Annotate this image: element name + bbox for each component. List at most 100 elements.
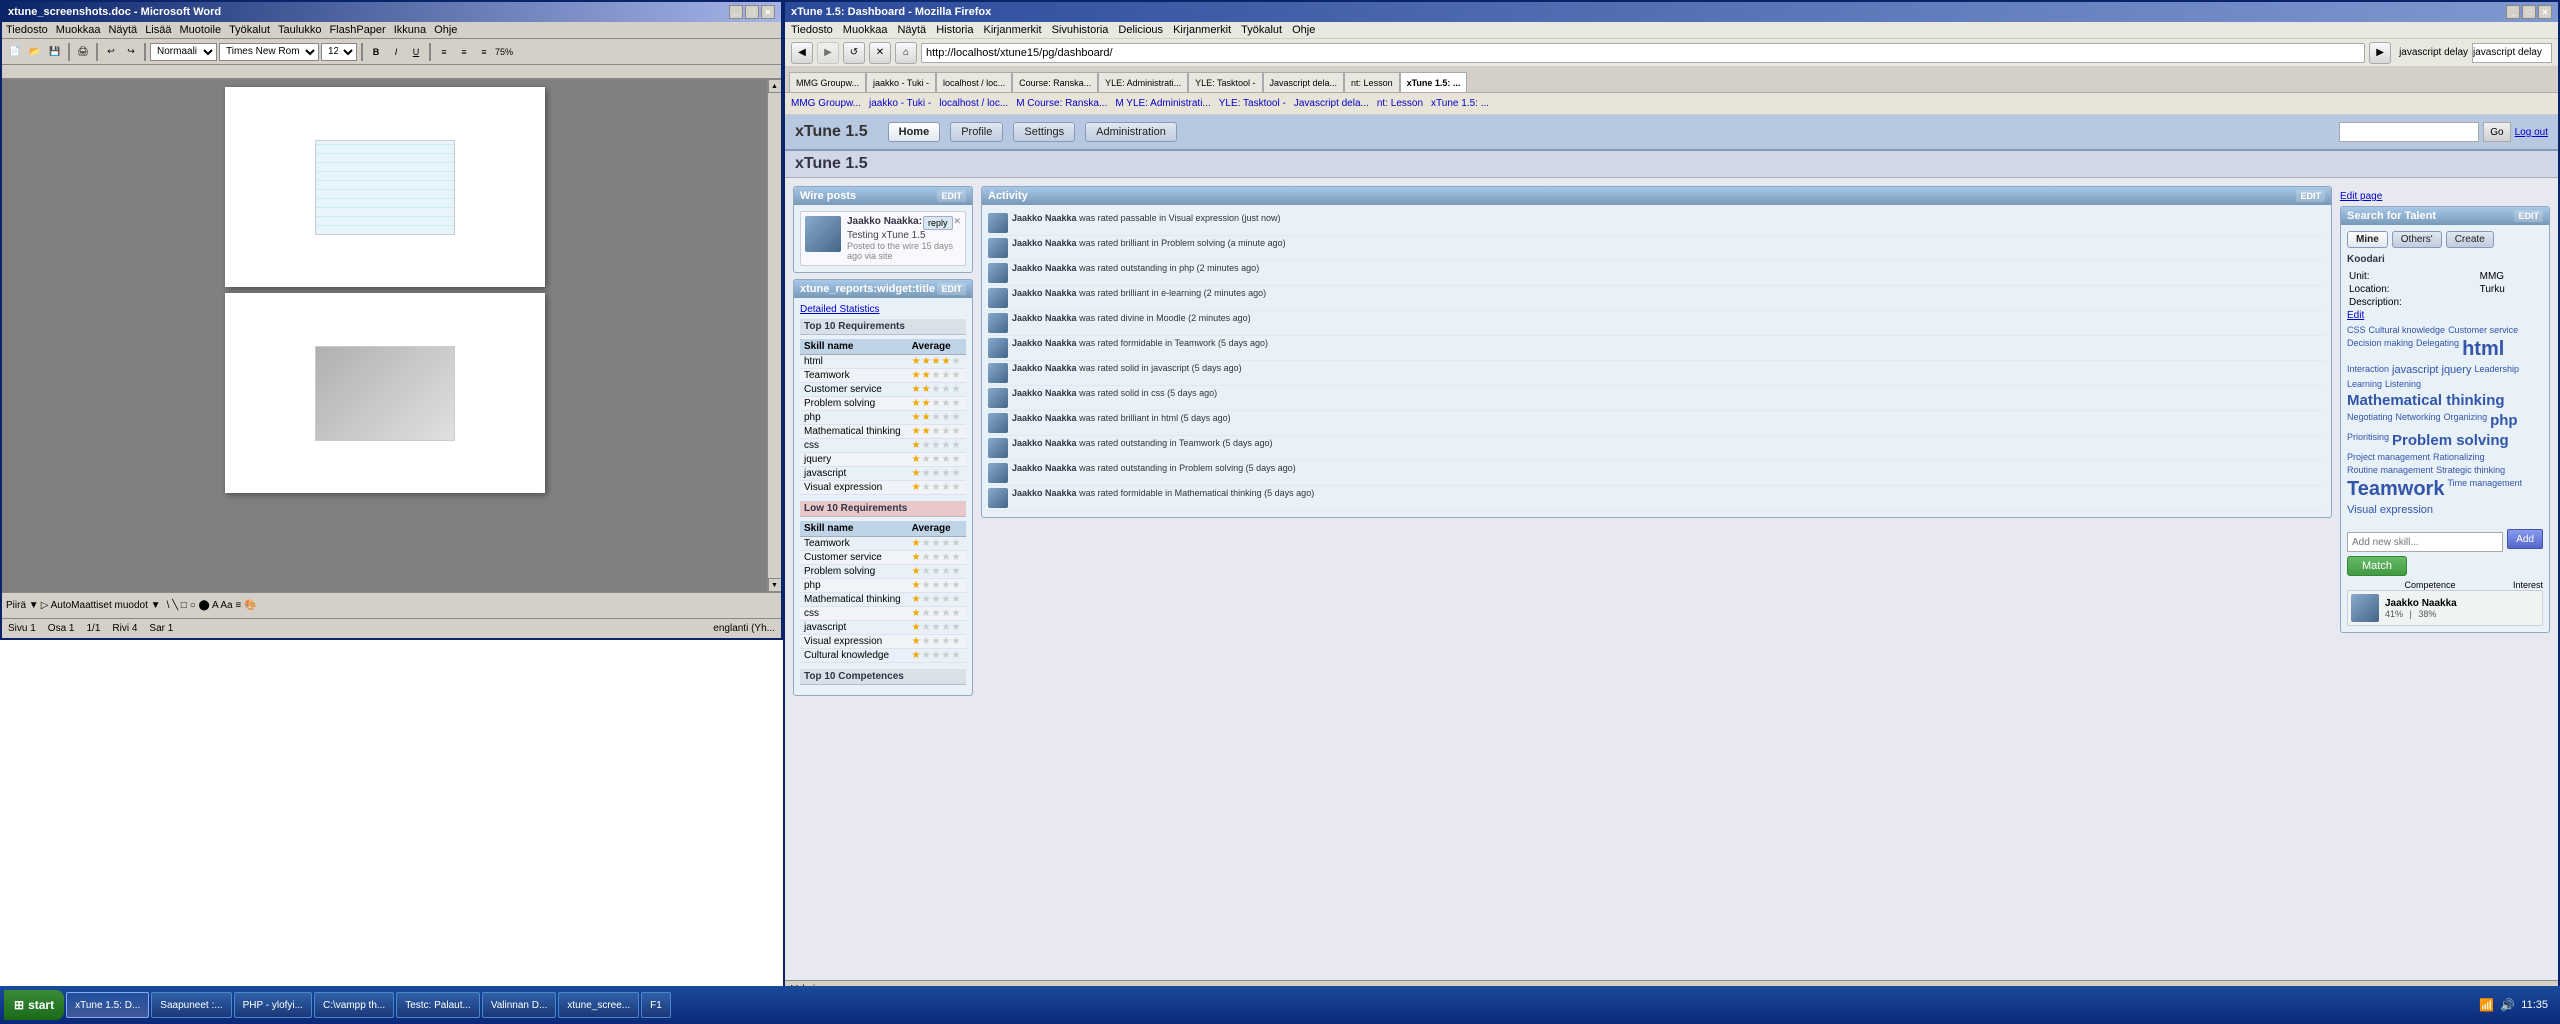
word-scrollbar-v[interactable]: ▲ ▼ bbox=[767, 79, 781, 592]
word-menu-muotoile[interactable]: Muotoile bbox=[179, 24, 221, 36]
talent-tag-item[interactable]: Mathematical thinking bbox=[2347, 392, 2505, 409]
ff-close-btn[interactable]: ✕ bbox=[2538, 5, 2552, 19]
ff-search-input[interactable] bbox=[2472, 43, 2552, 63]
talent-skill-input[interactable] bbox=[2347, 532, 2503, 552]
ff-menu-muokkaa[interactable]: Muokkaa bbox=[843, 24, 888, 36]
ff-bm-course[interactable]: M Course: Ranska... bbox=[1016, 98, 1107, 109]
xtune-nav-home[interactable]: Home bbox=[888, 122, 941, 142]
talent-tag-item[interactable]: Listening bbox=[2385, 379, 2421, 389]
detailed-stats-link[interactable]: Detailed Statistics bbox=[800, 304, 966, 315]
word-close-btn[interactable]: ✕ bbox=[761, 5, 775, 19]
talent-tag-item[interactable]: jquery bbox=[2442, 364, 2472, 376]
talent-mine-btn[interactable]: Mine bbox=[2347, 231, 2388, 248]
word-menu-lisaa[interactable]: Lisää bbox=[145, 24, 171, 36]
zoom-btn[interactable]: 75% bbox=[495, 43, 513, 61]
ff-tab-js[interactable]: Javascript dela... bbox=[1263, 72, 1345, 92]
ff-menu-delicious[interactable]: Delicious bbox=[1118, 24, 1163, 36]
talent-tag-item[interactable]: Prioritising bbox=[2347, 432, 2389, 449]
size-select[interactable]: 12 bbox=[321, 43, 357, 61]
talent-others-btn[interactable]: Others' bbox=[2392, 231, 2442, 248]
talent-tag-item[interactable]: php bbox=[2490, 412, 2518, 429]
ff-home-btn[interactable]: ⌂ bbox=[895, 42, 917, 64]
word-maximize-btn[interactable]: □ bbox=[745, 5, 759, 19]
talent-tag-item[interactable]: Project management bbox=[2347, 452, 2430, 462]
print-btn[interactable]: 🖨 bbox=[74, 43, 92, 61]
talent-tag-item[interactable]: Organizing bbox=[2444, 412, 2488, 429]
word-menu-ohje[interactable]: Ohje bbox=[434, 24, 457, 36]
talent-edit-link[interactable]: Edit bbox=[2347, 310, 2364, 321]
word-menu-tiedosto[interactable]: Tiedosto bbox=[6, 24, 48, 36]
bold-btn[interactable]: B bbox=[367, 43, 385, 61]
ff-menu-tiedosto[interactable]: Tiedosto bbox=[791, 24, 833, 36]
word-menu-tyokalut[interactable]: Työkalut bbox=[229, 24, 270, 36]
wire-posts-edit[interactable]: EDIT bbox=[937, 190, 966, 202]
ff-tab-jaakko[interactable]: jaakko - Tuki - bbox=[866, 72, 936, 92]
ff-menu-sivuhistoria[interactable]: Sivuhistoria bbox=[1052, 24, 1109, 36]
italic-btn[interactable]: I bbox=[387, 43, 405, 61]
xtune-nav-profile[interactable]: Profile bbox=[950, 122, 1003, 142]
talent-tag-item[interactable]: Learning bbox=[2347, 379, 2382, 389]
ff-menu-ohje[interactable]: Ohje bbox=[1292, 24, 1315, 36]
talent-create-btn[interactable]: Create bbox=[2446, 231, 2494, 248]
xtune-nav-settings[interactable]: Settings bbox=[1013, 122, 1075, 142]
ff-menu-tyokalut[interactable]: Työkalut bbox=[1241, 24, 1282, 36]
ff-tab-course[interactable]: Course: Ranska... bbox=[1012, 72, 1098, 92]
start-button[interactable]: ⊞ start bbox=[4, 990, 64, 1020]
ff-menu-kirjanmerkit[interactable]: Kirjanmerkit bbox=[983, 24, 1041, 36]
taskbar-btn-f1[interactable]: F1 bbox=[641, 992, 671, 1018]
talent-tag-item[interactable]: Routine management bbox=[2347, 465, 2433, 475]
reports-edit[interactable]: EDIT bbox=[937, 283, 966, 295]
taskbar-btn-testc[interactable]: Testc: Palaut... bbox=[396, 992, 480, 1018]
align-left-btn[interactable]: ≡ bbox=[435, 43, 453, 61]
ff-forward-btn[interactable]: ▶ bbox=[817, 42, 839, 64]
ff-menu-kirjanmerkit2[interactable]: Kirjanmerkit bbox=[1173, 24, 1231, 36]
draw-menu[interactable]: Piirä ▼ bbox=[6, 600, 39, 611]
talent-tag-item[interactable]: Visual expression bbox=[2347, 504, 2433, 516]
font-select[interactable]: Times New Roman bbox=[219, 43, 319, 61]
talent-tag-item[interactable]: Time management bbox=[2447, 478, 2522, 501]
talent-tag-item[interactable]: Interaction bbox=[2347, 364, 2389, 376]
talent-tag-item[interactable]: Customer service bbox=[2448, 325, 2518, 335]
ff-bm-jaakko[interactable]: jaakko - Tuki - bbox=[869, 98, 931, 109]
align-center-btn[interactable]: ≡ bbox=[455, 43, 473, 61]
ff-reload-btn[interactable]: ↺ bbox=[843, 42, 865, 64]
word-menu-taulukko[interactable]: Taulukko bbox=[278, 24, 321, 36]
ff-bm-xtune[interactable]: xTune 1.5: ... bbox=[1431, 98, 1489, 109]
xtune-search-input[interactable] bbox=[2339, 122, 2479, 142]
ff-address-input[interactable]: http://localhost/xtune15/pg/dashboard/ bbox=[921, 43, 2365, 63]
taskbar-btn-xtune-screen[interactable]: xtune_scree... bbox=[558, 992, 639, 1018]
redo-btn[interactable]: ↪ bbox=[122, 43, 140, 61]
ff-menu-nayta[interactable]: Näytä bbox=[897, 24, 926, 36]
taskbar-btn-saapuneet[interactable]: Saapuneet :... bbox=[151, 992, 231, 1018]
word-menu-ikkuna[interactable]: Ikkuna bbox=[394, 24, 426, 36]
talent-tag-item[interactable]: Decision making bbox=[2347, 338, 2413, 361]
xtune-nav-admin[interactable]: Administration bbox=[1085, 122, 1177, 142]
save-btn[interactable]: 💾 bbox=[46, 43, 64, 61]
taskbar-btn-xtune[interactable]: xTune 1.5: D... bbox=[66, 992, 149, 1018]
new-btn[interactable]: 📄 bbox=[6, 43, 24, 61]
ff-max-btn[interactable]: □ bbox=[2522, 5, 2536, 19]
ff-go-btn[interactable]: ▶ bbox=[2369, 42, 2391, 64]
scroll-down-btn[interactable]: ▼ bbox=[768, 578, 782, 592]
open-btn[interactable]: 📂 bbox=[26, 43, 44, 61]
xtune-logout-link[interactable]: Log out bbox=[2515, 127, 2548, 138]
talent-tag-item[interactable]: javascript bbox=[2392, 364, 2438, 376]
talent-tag-item[interactable]: CSS bbox=[2347, 325, 2366, 335]
taskbar-btn-php[interactable]: PHP - ylofyi... bbox=[234, 992, 312, 1018]
ff-bm-yle-task[interactable]: YLE: Tasktool - bbox=[1219, 98, 1286, 109]
taskbar-btn-vampp[interactable]: C:\vampp th... bbox=[314, 992, 394, 1018]
ff-tab-localhost[interactable]: localhost / loc... bbox=[936, 72, 1012, 92]
taskbar-btn-valinnan[interactable]: Valinnan D... bbox=[482, 992, 557, 1018]
talent-tag-item[interactable]: Leadership bbox=[2474, 364, 2519, 376]
word-menu-muokkaa[interactable]: Muokkaa bbox=[56, 24, 101, 36]
talent-tag-item[interactable]: Networking bbox=[2396, 412, 2441, 429]
talent-tag-item[interactable]: Cultural knowledge bbox=[2369, 325, 2446, 335]
ff-tab-xtune[interactable]: xTune 1.5: ... bbox=[1400, 72, 1468, 92]
talent-edit[interactable]: EDIT bbox=[2514, 210, 2543, 222]
ff-menu-historia[interactable]: Historia bbox=[936, 24, 973, 36]
automaattiset-muodot[interactable]: ▷ AutoMaattiset muodot ▼ bbox=[41, 600, 161, 611]
activity-edit[interactable]: EDIT bbox=[2296, 190, 2325, 202]
talent-match-btn[interactable]: Match bbox=[2347, 556, 2407, 576]
talent-tag-item[interactable]: Teamwork bbox=[2347, 478, 2444, 501]
ff-tab-mmg[interactable]: MMG Groupw... bbox=[789, 72, 866, 92]
